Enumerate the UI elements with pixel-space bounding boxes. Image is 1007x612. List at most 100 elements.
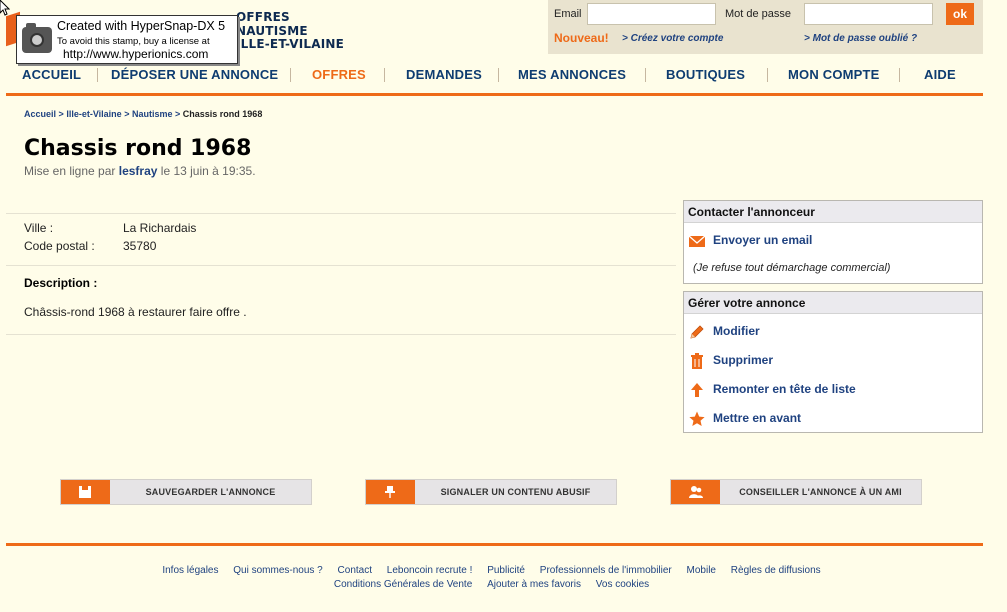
author-link[interactable]: lesfray bbox=[119, 164, 158, 178]
nav-item-offres[interactable]: OFFRES bbox=[312, 67, 366, 82]
footer-link-favorites[interactable]: Ajouter à mes favoris bbox=[487, 579, 581, 590]
breadcrumb-separator: > bbox=[58, 109, 64, 119]
breadcrumb-separator: > bbox=[124, 109, 130, 119]
password-label: Mot de passe bbox=[725, 8, 792, 20]
breadcrumb-item-accueil[interactable]: Accueil bbox=[24, 109, 56, 119]
city-value: La Richardais bbox=[123, 221, 197, 235]
pin-icon bbox=[385, 486, 395, 498]
divider bbox=[6, 334, 676, 335]
footer-link-contact[interactable]: Contact bbox=[338, 565, 372, 576]
login-ok-button[interactable]: ok bbox=[946, 3, 974, 25]
nav-separator bbox=[899, 68, 900, 82]
manage-panel-title: Gérer votre annonce bbox=[684, 292, 982, 314]
email-field[interactable] bbox=[587, 3, 716, 25]
stamp-line: To avoid this stamp, buy a license at bbox=[57, 36, 210, 47]
postal-code-label: Code postal : bbox=[24, 239, 95, 253]
nav-item-mon-compte[interactable]: MON COMPTE bbox=[788, 67, 880, 82]
camera-icon bbox=[22, 23, 52, 53]
nav-divider bbox=[6, 93, 983, 96]
footer-link-legal[interactable]: Infos légales bbox=[162, 565, 218, 576]
city-label: Ville : bbox=[24, 221, 54, 235]
footer-link-terms[interactable]: Conditions Générales de Vente bbox=[334, 579, 472, 590]
footer-link-mobile[interactable]: Mobile bbox=[687, 565, 716, 576]
save-icon-box bbox=[61, 480, 110, 504]
site-header: OFFRES NAUTISME ILLE-ET-VILAINE Created … bbox=[0, 0, 1007, 64]
footer-link-advertising[interactable]: Publicité bbox=[487, 565, 525, 576]
footer-link-realestate-pros[interactable]: Professionnels de l'immobilier bbox=[540, 565, 672, 576]
nav-separator bbox=[645, 68, 646, 82]
send-email-label[interactable]: Envoyer un email bbox=[713, 233, 812, 247]
nav-separator bbox=[97, 68, 98, 82]
report-abuse-label[interactable]: SIGNALER UN CONTENU ABUSIF bbox=[415, 480, 616, 504]
posted-info: Mise en ligne par lesfray le 13 juin à 1… bbox=[24, 164, 256, 178]
divider bbox=[6, 213, 676, 214]
edit-action[interactable]: Modifier bbox=[688, 323, 888, 341]
password-field[interactable] bbox=[804, 3, 933, 25]
envelope-icon bbox=[688, 235, 706, 247]
delete-action[interactable]: Supprimer bbox=[688, 352, 888, 370]
description-label: Description : bbox=[24, 276, 98, 290]
hypersnap-stamp: Created with HyperSnap-DX 5 To avoid thi… bbox=[16, 15, 238, 64]
site-title-line: NAUTISME bbox=[236, 23, 308, 38]
create-account-link[interactable]: > Créez votre compte bbox=[622, 33, 723, 44]
pencil-icon bbox=[690, 325, 704, 339]
floppy-icon bbox=[79, 486, 91, 498]
contact-panel-title: Contacter l'annonceur bbox=[684, 201, 982, 223]
save-ad-button[interactable]: SAUVEGARDER L'ANNONCE bbox=[60, 479, 312, 505]
stamp-url: http://www.hyperionics.com bbox=[63, 47, 209, 61]
footer-link-rules[interactable]: Règles de diffusions bbox=[731, 565, 821, 576]
forgot-password-link[interactable]: > Mot de passe oublié ? bbox=[804, 33, 917, 44]
description-text: Châssis-rond 1968 à restaurer faire offr… bbox=[24, 305, 247, 319]
nav-item-accueil[interactable]: ACCUEIL bbox=[22, 67, 81, 82]
people-icon bbox=[689, 486, 703, 498]
footer-link-about[interactable]: Qui sommes-nous ? bbox=[233, 565, 322, 576]
breadcrumb-item-category[interactable]: Nautisme bbox=[132, 109, 173, 119]
site-title-line: ILLE-ET-VILAINE bbox=[236, 37, 345, 51]
footer-links-row: Infos légales Qui sommes-nous ? Contact … bbox=[0, 565, 983, 576]
nav-item-aide[interactable]: AIDE bbox=[924, 67, 956, 82]
feature-label[interactable]: Mettre en avant bbox=[713, 411, 801, 425]
bump-action[interactable]: Remonter en tête de liste bbox=[688, 381, 908, 399]
footer-link-cookies[interactable]: Vos cookies bbox=[596, 579, 649, 590]
manage-panel: Gérer votre annonce Modifier Supprimer R… bbox=[683, 291, 983, 433]
report-icon-box bbox=[366, 480, 415, 504]
bump-label[interactable]: Remonter en tête de liste bbox=[713, 382, 856, 396]
contact-panel: Contacter l'annonceur Envoyer un email (… bbox=[683, 200, 983, 284]
nouveau-label: Nouveau! bbox=[554, 31, 609, 45]
save-ad-label[interactable]: SAUVEGARDER L'ANNONCE bbox=[110, 480, 311, 504]
main-nav: ACCUEIL DÉPOSER UNE ANNONCE OFFRES DEMAN… bbox=[0, 60, 1007, 90]
footer-links-row: Conditions Générales de Vente Ajouter à … bbox=[0, 579, 983, 590]
nav-item-demandes[interactable]: DEMANDES bbox=[406, 67, 482, 82]
page-title: Chassis rond 1968 bbox=[24, 136, 252, 161]
send-email-action[interactable]: Envoyer un email bbox=[688, 232, 908, 250]
nav-separator bbox=[767, 68, 768, 82]
share-with-friend-button[interactable]: CONSEILLER L'ANNONCE À UN AMI bbox=[670, 479, 922, 505]
breadcrumb-current: Chassis rond 1968 bbox=[182, 109, 263, 119]
share-with-friend-label[interactable]: CONSEILLER L'ANNONCE À UN AMI bbox=[720, 480, 921, 504]
footer-link-jobs[interactable]: Leboncoin recrute ! bbox=[387, 565, 473, 576]
nav-separator bbox=[384, 68, 385, 82]
nav-item-deposer[interactable]: DÉPOSER UNE ANNONCE bbox=[111, 67, 278, 82]
posted-prefix: Mise en ligne par bbox=[24, 164, 116, 178]
mouse-cursor-icon bbox=[0, 0, 10, 16]
divider bbox=[6, 265, 676, 266]
posted-date: le 13 juin à 19:35. bbox=[160, 164, 256, 178]
edit-label[interactable]: Modifier bbox=[713, 324, 760, 338]
email-label: Email bbox=[554, 8, 582, 20]
nav-item-boutiques[interactable]: BOUTIQUES bbox=[666, 67, 745, 82]
share-icon-box bbox=[671, 480, 720, 504]
footer-divider bbox=[6, 543, 983, 546]
trash-icon bbox=[691, 353, 703, 369]
contact-note: (Je refuse tout démarchage commercial) bbox=[693, 262, 891, 274]
arrow-up-icon bbox=[691, 383, 703, 397]
login-box: Email Mot de passe ok Nouveau! > Créez v… bbox=[548, 0, 983, 54]
nav-item-mes-annonces[interactable]: MES ANNONCES bbox=[518, 67, 626, 82]
breadcrumb-item-region[interactable]: Ille-et-Vilaine bbox=[66, 109, 121, 119]
site-title-line: OFFRES bbox=[236, 10, 290, 24]
breadcrumb-separator: > bbox=[175, 109, 181, 119]
report-abuse-button[interactable]: SIGNALER UN CONTENU ABUSIF bbox=[365, 479, 617, 505]
feature-action[interactable]: Mettre en avant bbox=[688, 410, 888, 428]
nav-separator bbox=[290, 68, 291, 82]
delete-label[interactable]: Supprimer bbox=[713, 353, 773, 367]
breadcrumb: Accueil > Ille-et-Vilaine > Nautisme > C… bbox=[24, 109, 262, 119]
